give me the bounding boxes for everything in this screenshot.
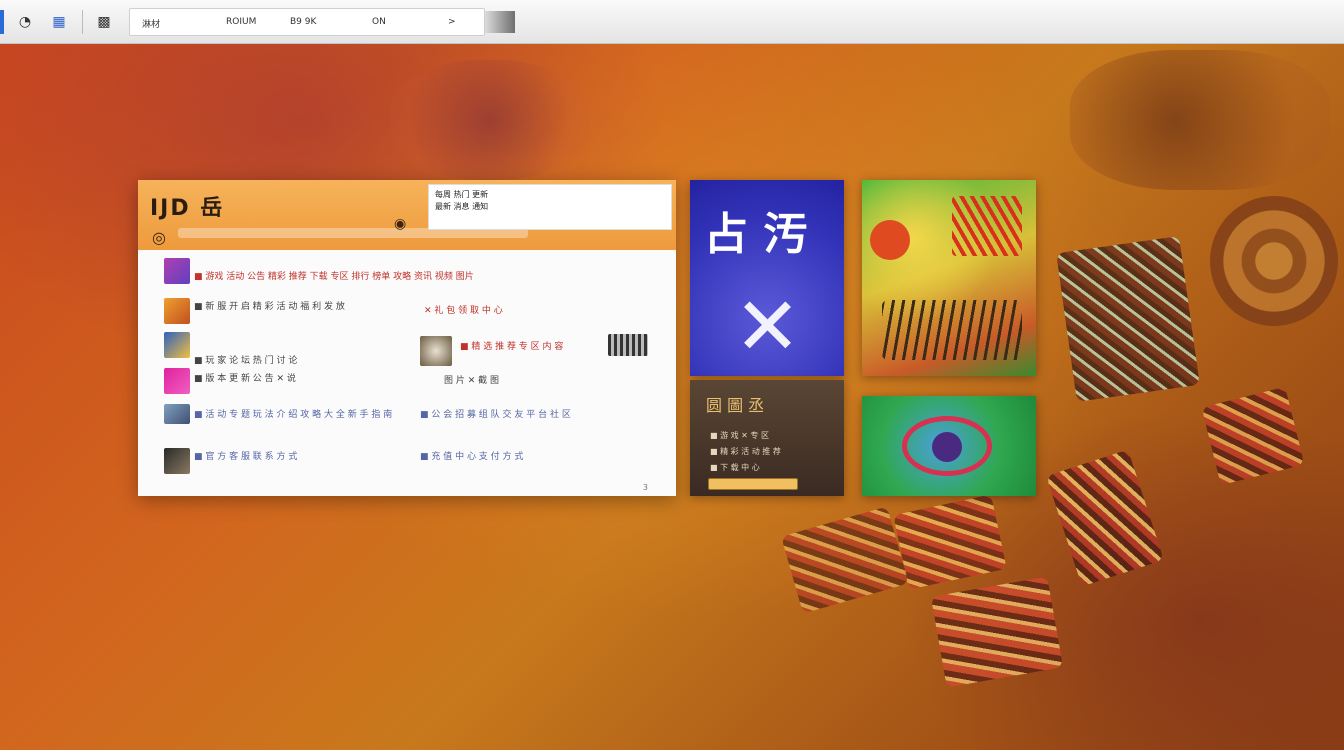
bg-decoration: [781, 506, 909, 614]
thumbnail-image[interactable]: [164, 332, 190, 358]
list-item[interactable]: ■ 玩 家 论 坛 热 门 讨 论: [194, 356, 297, 367]
game-portal-window: IJD 岳 ◎ ◉ 每周 热门 更新 最新 消息 通知 ■ 游戏 活动 公告 精…: [138, 180, 676, 496]
notice-line: 每周 热门 更新: [435, 190, 489, 199]
list-item[interactable]: ■ 官 方 客 服 联 系 方 式: [194, 452, 297, 463]
list-item[interactable]: ■ 版 本 更 新 公 告 ✕ 说: [194, 374, 296, 385]
tile-line: ■ 下 载 中 心: [710, 463, 760, 472]
thumbnail-image[interactable]: [164, 448, 190, 474]
tab-3[interactable]: B9 9K: [290, 17, 316, 27]
tab-scroll-icon[interactable]: >: [448, 17, 456, 27]
tile-title: 占 汚: [704, 209, 808, 260]
toolbar-divider: [82, 9, 83, 34]
artwork-shape: [932, 432, 962, 462]
tab-1[interactable]: 淋材: [142, 17, 160, 30]
grid-icon[interactable]: ▦: [46, 9, 72, 35]
promo-tile-blue[interactable]: 占 汚 ✕: [690, 180, 844, 376]
swirl-icon: ◎: [152, 228, 166, 247]
tile-title: 圆 圖 丞: [706, 396, 765, 415]
list-item-text: ✕ 礼 包 领 取 中 心: [424, 306, 503, 316]
bg-decoration: [893, 494, 1007, 590]
list-item-text: ■ 游戏 活动 公告 精彩 推荐 下载 专区 排行 榜单 攻略 资讯 视频 图片: [194, 272, 474, 282]
bg-decoration: [930, 576, 1064, 688]
tab-2[interactable]: ROIUM: [226, 17, 256, 27]
bg-decoration: [1210, 196, 1338, 326]
promo-tile-painting[interactable]: [862, 396, 1036, 496]
active-indicator: [0, 9, 4, 34]
list-item-text: ■ 活 动 专 题 玩 法 介 绍 攻 略 大 全 新 手 指 南: [194, 410, 393, 420]
settings-icon[interactable]: ◉: [394, 216, 406, 232]
list-item[interactable]: ✕ 礼 包 领 取 中 心: [424, 306, 503, 317]
bg-decoration: [1070, 50, 1330, 190]
promo-tile-artwork[interactable]: [862, 180, 1036, 376]
list-item-text: ■ 版 本 更 新 公 告 ✕ 说: [194, 374, 296, 384]
list-item-text: 图 片 ✕ 截 图: [444, 376, 499, 386]
list-item[interactable]: ■ 公 会 招 募 组 队 交 友 平 台 社 区: [420, 410, 571, 421]
thumbnail-image[interactable]: [420, 336, 452, 366]
list-item[interactable]: ■ 充 值 中 心 支 付 方 式: [420, 452, 523, 463]
tab-strip: 淋材 ROIUM B9 9K ON >: [129, 7, 485, 36]
list-item[interactable]: 图 片 ✕ 截 图: [444, 376, 499, 387]
tile-cta-button[interactable]: [708, 478, 798, 490]
bg-decoration: [1201, 386, 1305, 486]
close-icon: ✕: [734, 280, 802, 373]
artwork-shape: [882, 300, 1022, 360]
tile-line: ■ 游 戏 ✕ 专 区: [710, 431, 769, 440]
bg-decoration: [1046, 449, 1164, 587]
tile-line: ■ 精 彩 活 动 推 荐: [710, 447, 781, 456]
site-logo[interactable]: IJD 岳: [150, 190, 224, 222]
artwork-shape: [952, 196, 1022, 256]
list-item-text: ■ 公 会 招 募 组 队 交 友 平 台 社 区: [420, 410, 571, 420]
list-item-text: ■ 精 选 推 荐 专 区 内 容: [460, 342, 564, 352]
thumbnail-image[interactable]: [608, 334, 648, 356]
thumbnail-image[interactable]: [164, 258, 190, 284]
thumbnail-image[interactable]: [164, 368, 190, 394]
list-item[interactable]: ■ 精 选 推 荐 专 区 内 容: [460, 342, 563, 353]
thumbnail-image[interactable]: [164, 404, 190, 424]
list-item-text: ■ 新 服 开 启 精 彩 活 动 福 利 发 放: [194, 302, 345, 312]
list-item[interactable]: ■ 活 动 专 题 玩 法 介 绍 攻 略 大 全 新 手 指 南: [194, 410, 392, 421]
page-indicator: 3: [642, 483, 648, 492]
window-header: IJD 岳 ◎ ◉ 每周 热门 更新 最新 消息 通知: [138, 180, 676, 250]
bg-decoration: [390, 60, 590, 180]
top-toolbar: ◔ ▦ ▩ 淋材 ROIUM B9 9K ON >: [0, 0, 1344, 44]
thumbnail-image[interactable]: [164, 298, 190, 324]
tab-4[interactable]: ON: [372, 17, 386, 27]
tab-overflow-icon[interactable]: [485, 10, 515, 33]
list-item-text: ■ 玩 家 论 坛 热 门 讨 论: [194, 356, 298, 366]
news-list: ■ 游戏 活动 公告 精彩 推荐 下载 专区 排行 榜单 攻略 资讯 视频 图片…: [138, 254, 676, 496]
artwork-shape: [870, 220, 910, 260]
list-item[interactable]: ■ 新 服 开 启 精 彩 活 动 福 利 发 放: [194, 302, 345, 313]
menu-icon[interactable]: ▩: [91, 9, 117, 35]
list-item-text: ■ 官 方 客 服 联 系 方 式: [194, 452, 298, 462]
notice-line: 最新 消息 通知: [435, 202, 489, 211]
notice-box[interactable]: 每周 热门 更新 最新 消息 通知: [428, 184, 672, 230]
bg-decoration: [1056, 236, 1200, 402]
list-item-text: ■ 充 值 中 心 支 付 方 式: [420, 452, 524, 462]
promo-tile-dark[interactable]: 圆 圖 丞 ■ 游 戏 ✕ 专 区 ■ 精 彩 活 动 推 荐 ■ 下 载 中 …: [690, 380, 844, 496]
back-icon[interactable]: ◔: [12, 9, 38, 35]
list-item[interactable]: ■ 游戏 活动 公告 精彩 推荐 下载 专区 排行 榜单 攻略 资讯 视频 图片: [194, 272, 474, 283]
